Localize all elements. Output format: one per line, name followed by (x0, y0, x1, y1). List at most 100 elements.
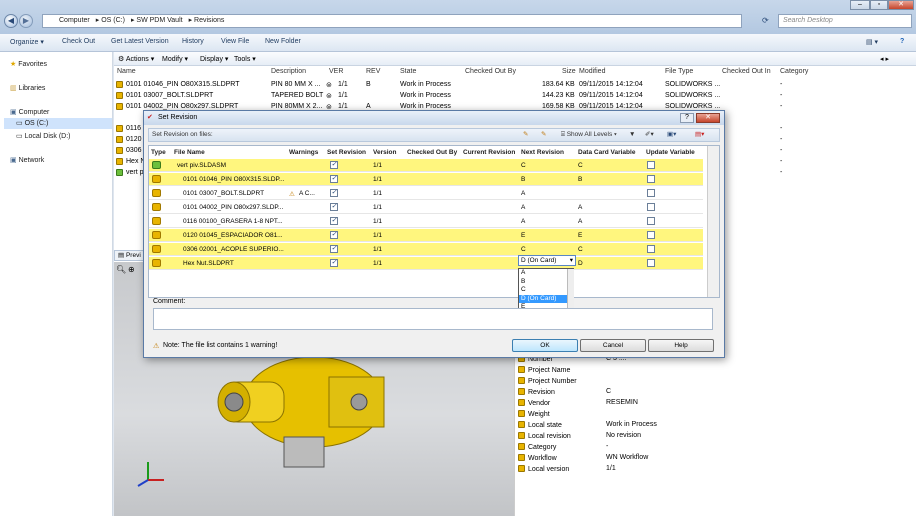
revision-option[interactable]: C (519, 286, 573, 295)
back-icon[interactable]: ◀ (4, 14, 18, 28)
nav-network[interactable]: ▣ Network (10, 156, 44, 164)
breadcrumb-os[interactable]: OS (C:) (101, 17, 125, 24)
help-icon[interactable]: ? (900, 38, 904, 45)
set-revision-checkbox[interactable]: ✓ (330, 245, 338, 253)
col-modified[interactable]: Modified (579, 68, 605, 75)
list-scrollbar[interactable] (567, 269, 574, 310)
col-size[interactable]: Size (562, 68, 576, 75)
cancel-button[interactable]: Cancel (580, 339, 646, 352)
table-row[interactable]: vert piv.SLDASM ✓ 1/1 C C (149, 159, 703, 172)
col-checked-out-by[interactable]: Checked Out By (465, 68, 516, 75)
modify-menu[interactable]: Modify ▾ (162, 55, 188, 63)
edit-icon[interactable]: ✎ (523, 129, 528, 141)
next-revision-dropdown[interactable]: D (On Card) ▾ (518, 255, 576, 266)
update-variable-checkbox[interactable] (647, 175, 655, 183)
table-row[interactable]: 0101 04002_PIN O80x297.SLDP... ✓ 1/1 A A (149, 201, 703, 214)
revision-option[interactable]: A (519, 269, 573, 278)
tools-menu[interactable]: Tools ▾ (234, 55, 256, 63)
update-variable-checkbox[interactable] (647, 231, 655, 239)
table-row[interactable]: 0101 03007_BOLT.SLDPRT ⚠ A C... ✓ 1/1 A (149, 187, 703, 200)
comment-input[interactable] (153, 308, 713, 330)
revision-option-selected[interactable]: D (On Card) (519, 294, 573, 303)
actions-menu[interactable]: ⚙ Actions ▾ (118, 55, 154, 63)
update-variable-checkbox[interactable] (647, 259, 655, 267)
grid-scrollbar[interactable] (707, 146, 719, 297)
maximize-icon[interactable]: ▫ (870, 0, 888, 10)
table-row[interactable]: 0306 02001_ACOPLE SUPERIO... ✓ 1/1 C C (149, 243, 703, 256)
table-row[interactable]: 0101 01046_PIN O80X315.SLDP... ✓ 1/1 B B (149, 173, 703, 186)
col-next-revision[interactable]: Next Revision (521, 149, 564, 156)
search-input[interactable]: Search Desktop (778, 14, 912, 28)
close-icon[interactable]: ✕ (696, 113, 720, 123)
organize-button[interactable]: Organize ▾ (10, 38, 44, 46)
col-version[interactable]: Version (373, 149, 396, 156)
col-rev[interactable]: REV (366, 68, 380, 75)
breadcrumb-revisions[interactable]: Revisions (194, 17, 224, 24)
col-checked-out-in[interactable]: Checked Out In (722, 68, 771, 75)
set-revision-checkbox[interactable]: ✓ (330, 161, 338, 169)
view-file-button[interactable]: View File (221, 38, 249, 45)
col-data-card-variable[interactable]: Data Card Variable (578, 149, 635, 156)
table-row[interactable]: 0101 03007_BOLT.SLDPRT TAPERED BOLT ⊜ 1/1 W… (114, 91, 916, 102)
breadcrumb-vault[interactable]: SW PDM Vault (136, 17, 182, 24)
expand-icon[interactable]: ◂ ▸ (880, 55, 889, 63)
export-icon[interactable]: ▤▾ (695, 129, 704, 141)
breadcrumb-computer[interactable]: Computer (59, 17, 90, 24)
nav-local-disk[interactable]: ▭ Local Disk (D:) (16, 132, 70, 140)
col-current-revision[interactable]: Current Revision (463, 149, 515, 156)
update-variable-checkbox[interactable] (647, 245, 655, 253)
minimize-icon[interactable]: – (850, 0, 870, 10)
set-revision-checkbox[interactable]: ✓ (330, 189, 338, 197)
col-description[interactable]: Description (271, 68, 306, 75)
history-button[interactable]: History (182, 38, 204, 45)
update-variable-checkbox[interactable] (647, 203, 655, 211)
table-row[interactable]: Hex Nut.SLDPRT ✓ 1/1 D (149, 257, 703, 270)
col-file-type[interactable]: File Type (665, 68, 693, 75)
update-variable-checkbox[interactable] (647, 189, 655, 197)
col-ver[interactable]: VER (329, 68, 343, 75)
save-icon[interactable]: ▣▾ (667, 129, 676, 141)
col-file-name[interactable]: File Name (174, 149, 205, 156)
col-warnings[interactable]: Warnings (289, 149, 318, 156)
col-category[interactable]: Category (780, 68, 808, 75)
pin-icon[interactable]: ✐▾ (645, 129, 654, 141)
update-variable-checkbox[interactable] (647, 217, 655, 225)
nav-computer[interactable]: ▣ Computer (10, 108, 49, 116)
table-row[interactable]: 0101 01046_PIN O80X315.SLDPRT PIN 80 MM X… (114, 80, 916, 91)
revision-options-list[interactable]: A B C D (On Card) E (518, 268, 574, 311)
get-latest-button[interactable]: Get Latest Version (111, 38, 169, 45)
revision-option[interactable]: B (519, 278, 573, 287)
display-menu[interactable]: Display ▾ (200, 55, 228, 63)
nav-favorites[interactable]: ★ Favorites (10, 60, 47, 68)
col-update-variable[interactable]: Update Variable (646, 149, 695, 156)
update-variable-checkbox[interactable] (647, 161, 655, 169)
help-button[interactable]: Help (648, 339, 714, 352)
address-bar[interactable]: Computer ▸ OS (C:) ▸ SW PDM Vault ▸ Revisio… (42, 14, 742, 28)
col-set-revision[interactable]: Set Revision (327, 149, 366, 156)
col-name[interactable]: Name (117, 68, 136, 75)
set-revision-checkbox[interactable]: ✓ (330, 175, 338, 183)
check-out-button[interactable]: Check Out (62, 38, 95, 45)
ok-button[interactable]: OK (512, 339, 578, 352)
forward-icon[interactable]: ▶ (19, 14, 33, 28)
col-checked-out-by[interactable]: Checked Out By (407, 149, 457, 156)
nav-libraries[interactable]: ▥ Libraries (10, 84, 45, 92)
view-options-icon[interactable]: ▤ ▾ (866, 38, 878, 46)
table-row[interactable]: 0120 01045_ESPACIADOR O81... ✓ 1/1 E E (149, 229, 703, 242)
close-icon[interactable]: ✕ (888, 0, 914, 10)
refresh-icon[interactable]: ⟳ (762, 16, 769, 25)
zoom-fit-icon[interactable]: ⊕ (128, 265, 135, 274)
nav-os-drive[interactable]: ▭ OS (C:) (4, 118, 112, 129)
set-revision-checkbox[interactable]: ✓ (330, 231, 338, 239)
new-folder-button[interactable]: New Folder (265, 38, 301, 45)
set-revision-checkbox[interactable]: ✓ (330, 217, 338, 225)
set-revision-checkbox[interactable]: ✓ (330, 203, 338, 211)
filter-icon[interactable]: ▼ (629, 129, 635, 141)
help-icon[interactable]: ? (680, 113, 694, 123)
edit-all-icon[interactable]: ✎ (541, 129, 546, 141)
zoom-icon[interactable]: 🔍︎ (116, 265, 126, 274)
show-all-levels-dropdown[interactable]: ⌸ Show All Levels ▾ (561, 129, 617, 141)
col-state[interactable]: State (400, 68, 416, 75)
table-row[interactable]: 0116 00100_GRASERA 1-8 NPT... ✓ 1/1 A A (149, 215, 703, 228)
set-revision-checkbox[interactable]: ✓ (330, 259, 338, 267)
